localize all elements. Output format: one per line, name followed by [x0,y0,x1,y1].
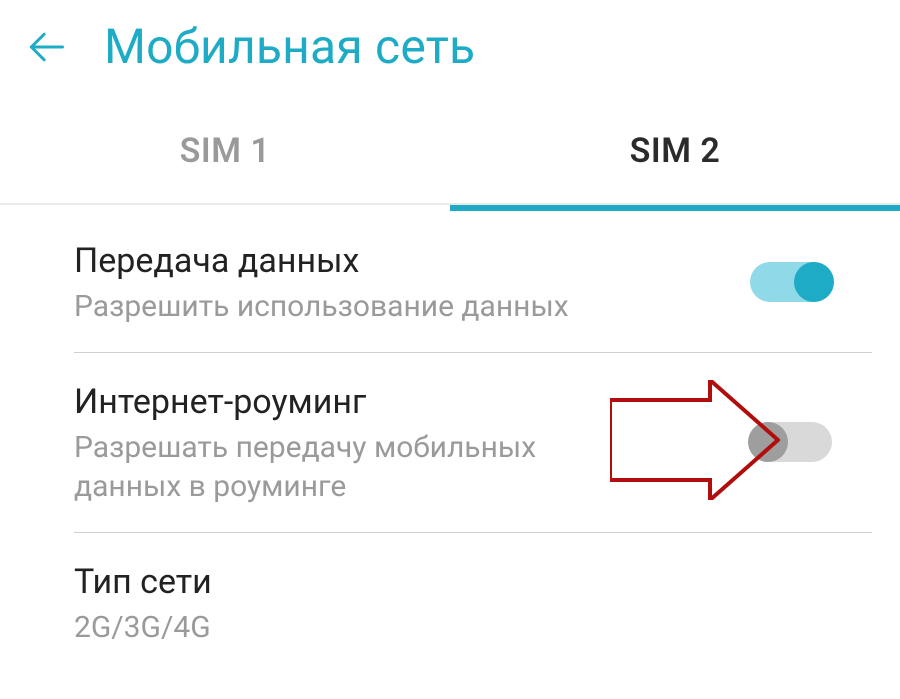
tab-sim1[interactable]: SIM 1 [0,93,450,203]
setting-title: Интернет-роуминг [74,382,872,422]
settings-list: Передача данных Разрешить использование … [0,211,900,673]
setting-subtitle: Разрешить использование данных [74,287,614,326]
setting-network-type[interactable]: Тип сети 2G/3G/4G [0,532,900,673]
back-arrow-icon[interactable] [22,23,70,71]
toggle-thumb [794,262,834,302]
toggle-thumb [748,422,788,462]
sim-tabs: SIM 1 SIM 2 [0,93,900,205]
setting-subtitle: 2G/3G/4G [74,608,614,647]
setting-subtitle: Разрешать передачу мобильных данных в ро… [74,428,614,506]
page-title: Мобильная сеть [104,18,475,75]
app-header: Мобильная сеть [0,0,900,93]
setting-mobile-data[interactable]: Передача данных Разрешить использование … [0,211,900,352]
setting-data-roaming[interactable]: Интернет-роуминг Разрешать передачу моби… [0,352,900,532]
toggle-mobile-data[interactable] [750,262,832,302]
toggle-data-roaming[interactable] [750,422,832,462]
setting-title: Тип сети [74,562,872,602]
tab-sim2[interactable]: SIM 2 [450,93,900,203]
